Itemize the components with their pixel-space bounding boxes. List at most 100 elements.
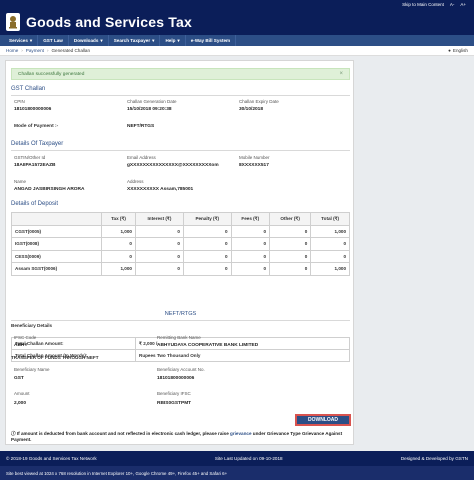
mode-of-payment-label: Mode of Payment :- xyxy=(14,124,59,129)
section-gst-challan: GST Challan xyxy=(11,86,46,92)
breadcrumb-payment[interactable]: Payment xyxy=(26,48,44,53)
remitting-bank-value: ABHYUDAYA COOPERATIVE BANK LIMITED xyxy=(157,343,259,348)
site-title: Goods and Services Tax xyxy=(26,13,192,30)
alert-message: Challan successfully generated xyxy=(18,71,85,77)
table-cell: 0 xyxy=(101,237,136,251)
table-cell: IGST(0008) xyxy=(11,237,102,251)
main-nav: Services ▾ GST Law Downloads ▾ Search Taxp… xyxy=(0,35,474,46)
divider xyxy=(11,320,350,321)
table-cell: CESS(0009) xyxy=(11,249,102,263)
address-label: Address xyxy=(127,179,144,184)
column-header: Interest (₹) xyxy=(134,212,184,226)
beneficiary-account-label: Beneficiary Account No. xyxy=(157,367,205,372)
table-cell: 0 xyxy=(310,237,350,251)
gstin-value: 18AIIPA1572EAZB xyxy=(14,163,56,168)
footer-copyright: © 2018-19 Goods and Services Tax Network xyxy=(6,456,97,461)
table-cell: 0 xyxy=(101,249,136,263)
browser-note-text: Site best viewed at 1024 x 768 resolutio… xyxy=(6,470,228,476)
globe-icon: ● xyxy=(448,48,451,53)
top-strip: Skip to Main Content A- A+ xyxy=(0,0,474,8)
grievance-link[interactable]: grievance xyxy=(230,431,251,436)
footer-developed: Designed & Developed by GSTN xyxy=(400,456,468,461)
expiry-date-label: Challan Expiry Date xyxy=(239,99,279,104)
table-cell: 0 xyxy=(269,249,312,263)
mode-of-payment-value: NEFT/RTGS xyxy=(127,124,155,129)
download-button[interactable]: DOWNLOAD xyxy=(295,414,351,426)
table-cell: 0 xyxy=(134,237,184,251)
beneficiary-ifsc-label: Beneficiary IFSC xyxy=(157,391,191,396)
table-cell: 0 xyxy=(269,262,312,276)
name-value: ANGAD JASBIRSINGH ARORA xyxy=(14,187,85,192)
table-cell: 0 xyxy=(310,249,350,263)
beneficiary-account-value: 18101800000006 xyxy=(157,376,195,381)
table-cell: 0 xyxy=(134,262,184,276)
table-cell: 0 xyxy=(230,237,271,251)
challan-card: Challan successfully generated × GST Cha… xyxy=(5,60,354,445)
table-cell: 0 xyxy=(134,249,184,263)
table-cell: 0 xyxy=(182,224,232,238)
amount-in-words-value: Rupees Two Thousand Only xyxy=(135,349,350,362)
chevron-down-icon: ▾ xyxy=(100,37,103,43)
address-value: XXXXXXXXXX Assam,785001 xyxy=(127,187,194,192)
national-emblem-icon xyxy=(6,12,20,31)
cpin-label: CPIN xyxy=(14,99,25,104)
mobile-label: Mobile Number xyxy=(239,155,270,160)
table-cell: 0 xyxy=(269,237,312,251)
skip-link[interactable]: Skip to Main Content xyxy=(402,2,444,7)
nav-downloads[interactable]: Downloads ▾ xyxy=(69,35,109,46)
table-cell: 0 xyxy=(182,249,232,263)
column-header: Tax (₹) xyxy=(101,212,136,226)
deposit-table: Tax (₹) Interest (₹) Penalty (₹) Fees (₹… xyxy=(11,212,350,276)
table-row: IGST(0008) 0 0 0 0 0 0 xyxy=(11,237,350,251)
table-cell: 0 xyxy=(230,249,271,263)
site-header: Goods and Services Tax xyxy=(0,8,474,35)
generation-date-value: 15/10/2018 09:20:38 xyxy=(127,107,172,112)
nav-gst-law[interactable]: GST Law xyxy=(38,35,69,46)
table-cell: 1,000 xyxy=(310,224,350,238)
table-cell: 1,000 xyxy=(101,224,136,238)
text-size-decrease[interactable]: A- xyxy=(450,2,455,7)
table-cell: 0 xyxy=(182,237,232,251)
divider xyxy=(11,150,350,151)
note-text-pre: If amount is deducted from bank account … xyxy=(16,431,229,436)
beneficiary-details-title: Beneficiary Details xyxy=(11,323,53,328)
table-cell: Assam SGST(0006) xyxy=(11,262,102,276)
generation-date-label: Challan Generation Date xyxy=(127,99,177,104)
table-cell: 1,000 xyxy=(310,262,350,276)
neft-title: NEFT/RTGS xyxy=(164,311,197,317)
breadcrumb-home[interactable]: Home xyxy=(6,48,18,53)
column-header: Fees (₹) xyxy=(230,212,271,226)
chevron-down-icon: ▾ xyxy=(29,37,33,43)
success-alert: Challan successfully generated × xyxy=(11,68,350,80)
breadcrumb-current: Generated Challan xyxy=(51,48,91,53)
table-cell: 1,000 xyxy=(101,262,136,276)
table-row: CESS(0009) 0 0 0 0 0 0 xyxy=(11,249,350,263)
table-cell: 0 xyxy=(230,262,271,276)
table-row: CGST(0005) 1,000 0 0 0 0 1,000 xyxy=(11,224,350,238)
transfer-funds-title: TRANSFER OF FUNDS THROUGH NEFT xyxy=(11,355,99,360)
email-value: gXXXXXXXXXXXXXXX@XXXXXXXXXom xyxy=(127,163,219,168)
beneficiary-name-value: GST xyxy=(14,376,24,381)
column-header: Penalty (₹) xyxy=(182,212,232,226)
column-header: Other (₹) xyxy=(269,212,312,226)
expiry-date-value: 30/10/2018 xyxy=(239,107,264,112)
text-size-increase[interactable]: A+ xyxy=(460,2,466,7)
close-icon[interactable]: × xyxy=(339,71,343,77)
footer-updated: Site Last Updated on 09-10-2018 xyxy=(214,456,283,461)
beneficiary-name-label: Beneficiary Name xyxy=(14,367,50,372)
table-row: Assam SGST(0006) 1,000 0 0 0 0 1,000 xyxy=(11,262,350,276)
nav-search-taxpayer[interactable]: Search Taxpayer ▾ xyxy=(109,35,161,46)
ifsc-label: IFSC Code xyxy=(14,335,37,340)
cpin-value: 18101800000006 xyxy=(14,107,52,112)
language-selector[interactable]: ● English xyxy=(448,48,468,53)
footer-browser-note: Site best viewed at 1024 x 768 resolutio… xyxy=(0,466,474,480)
table-cell: 0 xyxy=(269,224,312,238)
nav-services[interactable]: Services ▾ xyxy=(4,35,39,46)
table-cell: CGST(0005) xyxy=(11,224,102,238)
section-deposit: Details of Deposit xyxy=(11,201,59,207)
footer: © 2018-19 Goods and Services Tax Network… xyxy=(0,451,474,466)
nav-eway-bill[interactable]: e-Way Bill System xyxy=(186,35,237,46)
grievance-note: ⓘ If amount is deducted from bank accoun… xyxy=(11,431,350,443)
nav-help[interactable]: Help ▾ xyxy=(160,35,186,46)
breadcrumb: Home › Payment › Generated Challan ● Engl… xyxy=(0,46,474,56)
